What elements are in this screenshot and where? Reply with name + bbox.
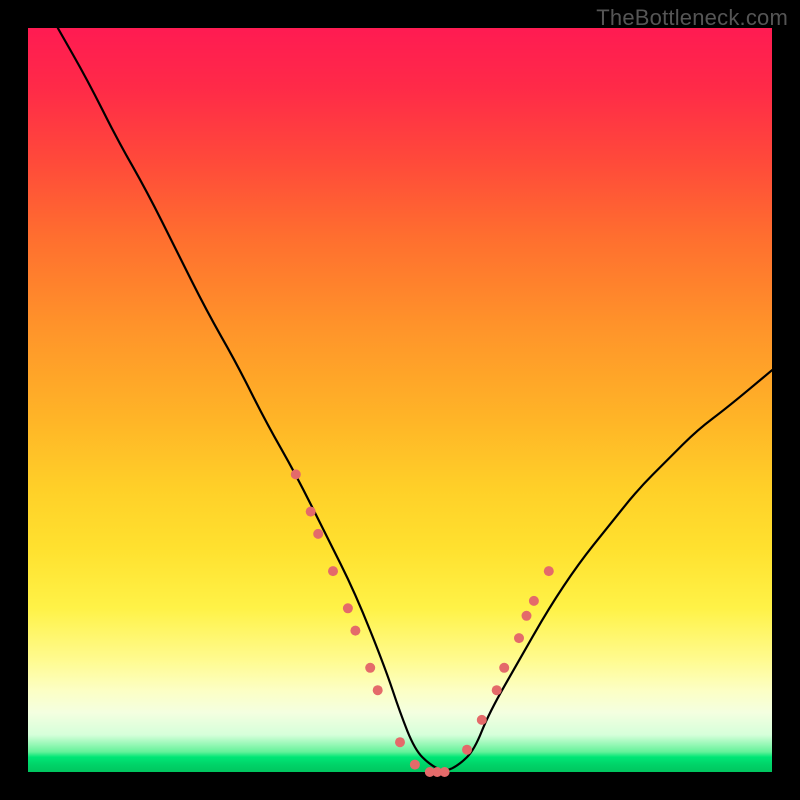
data-point bbox=[291, 469, 301, 479]
data-point bbox=[462, 745, 472, 755]
data-point bbox=[395, 737, 405, 747]
data-point bbox=[499, 663, 509, 673]
data-point bbox=[492, 685, 502, 695]
data-point bbox=[343, 603, 353, 613]
curve-layer bbox=[28, 28, 772, 772]
data-point bbox=[522, 611, 532, 621]
data-point bbox=[477, 715, 487, 725]
data-point bbox=[373, 685, 383, 695]
data-point bbox=[350, 626, 360, 636]
data-point bbox=[440, 767, 450, 777]
data-point bbox=[328, 566, 338, 576]
chart-frame: TheBottleneck.com bbox=[0, 0, 800, 800]
plot-area bbox=[28, 28, 772, 772]
data-point bbox=[365, 663, 375, 673]
data-point bbox=[514, 633, 524, 643]
bottleneck-curve bbox=[58, 28, 772, 770]
marker-group bbox=[291, 469, 554, 777]
data-point bbox=[306, 507, 316, 517]
watermark-text: TheBottleneck.com bbox=[596, 5, 788, 31]
data-point bbox=[544, 566, 554, 576]
data-point bbox=[313, 529, 323, 539]
data-point bbox=[529, 596, 539, 606]
data-point bbox=[410, 760, 420, 770]
